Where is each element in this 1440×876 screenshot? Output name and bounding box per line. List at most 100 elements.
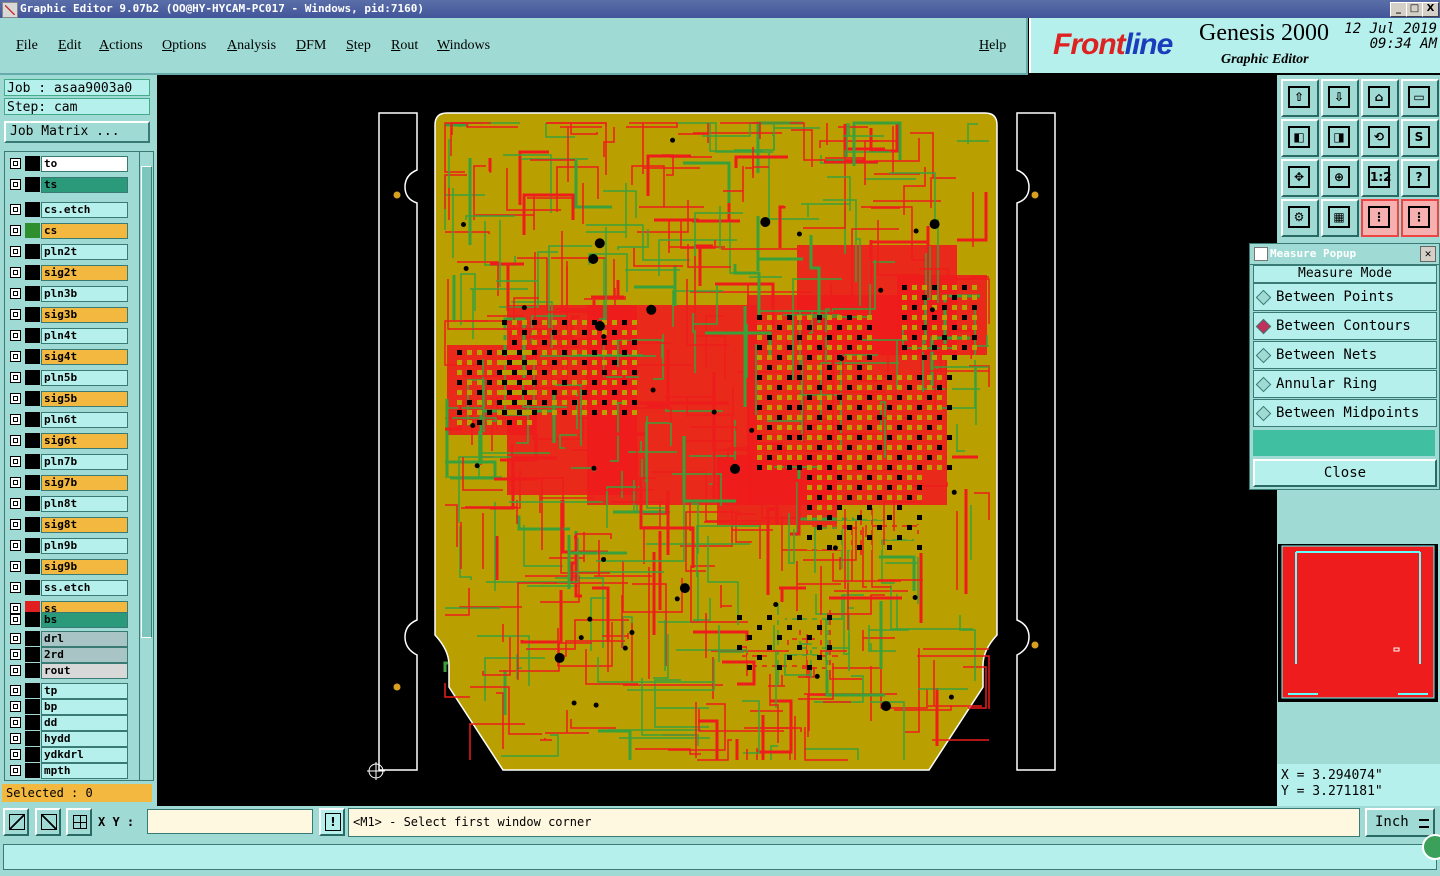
layer-row-pln3b[interactable]: pln3b	[5, 286, 139, 302]
layer-color-swatch[interactable]	[25, 496, 40, 511]
layer-name[interactable]: rout	[41, 663, 128, 679]
layer-checkbox[interactable]	[10, 540, 21, 551]
home-button[interactable]: ⌂	[1361, 79, 1399, 117]
fit-button[interactable]: ✥	[1281, 159, 1319, 197]
radio-icon[interactable]	[1255, 405, 1272, 422]
layer-color-swatch[interactable]	[25, 747, 40, 762]
scrollbar-thumb[interactable]	[141, 166, 152, 638]
layer-name[interactable]: 2rd	[41, 647, 128, 663]
layer-row-cs.etch[interactable]: cs.etch	[5, 202, 139, 218]
layer-checkbox[interactable]	[10, 765, 21, 776]
layer-row-bs[interactable]: bs	[5, 612, 139, 628]
layer-name[interactable]: sig8t	[41, 517, 128, 533]
layer-checkbox[interactable]	[10, 288, 21, 299]
layer-scrollbar[interactable]	[139, 151, 154, 781]
layer-checkbox[interactable]	[10, 435, 21, 446]
layer-row-2rd[interactable]: 2rd	[5, 647, 139, 663]
maximize-button[interactable]: □	[1406, 2, 1423, 17]
command-line[interactable]	[0, 834, 1440, 876]
pan-left-button[interactable]: ◧	[1281, 119, 1319, 157]
menu-windows[interactable]: Windows	[437, 38, 490, 54]
layer-name[interactable]: sig3b	[41, 307, 128, 323]
layer-name[interactable]: bp	[41, 699, 128, 715]
layer-row-sig3b[interactable]: sig3b	[5, 307, 139, 323]
layer-color-swatch[interactable]	[25, 433, 40, 448]
layer-row-dd[interactable]: dd	[5, 715, 139, 731]
layer-color-swatch[interactable]	[25, 475, 40, 490]
measure-option-between-nets[interactable]: Between Nets	[1253, 341, 1437, 369]
layer-checkbox[interactable]	[10, 717, 21, 728]
popup-titlebar[interactable]: Measure Popup ✕	[1250, 244, 1439, 265]
layer-name[interactable]: sig6t	[41, 433, 128, 449]
layer-name[interactable]: pln8t	[41, 496, 128, 512]
xy-input[interactable]	[147, 809, 313, 834]
layer-name[interactable]: ydkdrl	[41, 747, 128, 763]
layer-checkbox[interactable]	[10, 158, 21, 169]
job-matrix-button[interactable]: Job Matrix ...	[4, 121, 150, 143]
redraw-button[interactable]: S	[1401, 119, 1439, 157]
layer-color-swatch[interactable]	[25, 177, 40, 192]
minimize-button[interactable]: _	[1390, 2, 1407, 17]
layer-name[interactable]: ss.etch	[41, 580, 128, 596]
layer-row-ss.etch[interactable]: ss.etch	[5, 580, 139, 596]
layer-color-swatch[interactable]	[25, 715, 40, 730]
snap-icon[interactable]	[3, 808, 29, 836]
layer-color-swatch[interactable]	[25, 631, 40, 646]
radio-icon[interactable]	[1255, 289, 1272, 306]
tools-button[interactable]: ⚙	[1281, 199, 1319, 237]
layer-color-swatch[interactable]	[25, 538, 40, 553]
menu-file[interactable]: File	[16, 38, 38, 54]
layer-name[interactable]: to	[41, 156, 128, 172]
layer-checkbox[interactable]	[10, 246, 21, 257]
layer-checkbox[interactable]	[10, 204, 21, 215]
layer-checkbox[interactable]	[10, 561, 21, 572]
radio-icon[interactable]	[1255, 347, 1272, 364]
layer-checkbox[interactable]	[10, 179, 21, 190]
measure-close-button[interactable]: Close	[1253, 459, 1437, 487]
layer-checkbox[interactable]	[10, 749, 21, 760]
layer-color-swatch[interactable]	[25, 156, 40, 171]
layer-row-bp[interactable]: bp	[5, 699, 139, 715]
layer-row-mpth[interactable]: mpth	[5, 763, 139, 779]
window-button[interactable]: ▭	[1401, 79, 1439, 117]
layer-color-swatch[interactable]	[25, 202, 40, 217]
layer-name[interactable]: hydd	[41, 731, 128, 747]
pan-right-button[interactable]: ◨	[1321, 119, 1359, 157]
measure-option-between-contours[interactable]: Between Contours	[1253, 312, 1437, 340]
command-input[interactable]	[3, 844, 1437, 870]
layer-row-rout[interactable]: rout	[5, 663, 139, 679]
layer-name[interactable]: sig4t	[41, 349, 128, 365]
graphic-canvas[interactable]	[157, 75, 1277, 806]
layer-row-pln4t[interactable]: pln4t	[5, 328, 139, 344]
menu-actions[interactable]: Actions	[99, 38, 143, 54]
measure-right-button[interactable]: ⋮	[1401, 199, 1439, 237]
layer-name[interactable]: pln4t	[41, 328, 128, 344]
measure-option-between-points[interactable]: Between Points	[1253, 283, 1437, 311]
layer-row-sig8t[interactable]: sig8t	[5, 517, 139, 533]
zoom-back-button[interactable]: ⟲	[1361, 119, 1399, 157]
layer-checkbox[interactable]	[10, 498, 21, 509]
layer-name[interactable]: mpth	[41, 763, 128, 779]
layer-name[interactable]: dd	[41, 715, 128, 731]
menu-help[interactable]: Help	[979, 38, 1006, 54]
layer-up-button[interactable]: ⇧	[1281, 79, 1319, 117]
layer-row-hydd[interactable]: hydd	[5, 731, 139, 747]
layer-color-swatch[interactable]	[25, 391, 40, 406]
layer-checkbox[interactable]	[10, 519, 21, 530]
layer-name[interactable]: pln3b	[41, 286, 128, 302]
layer-row-sig7b[interactable]: sig7b	[5, 475, 139, 491]
info-button[interactable]: !	[319, 808, 345, 836]
layer-row-sig9b[interactable]: sig9b	[5, 559, 139, 575]
measure-option-between-midpoints[interactable]: Between Midpoints	[1253, 399, 1437, 427]
layer-row-pln9b[interactable]: pln9b	[5, 538, 139, 554]
menu-edit[interactable]: Edit	[58, 38, 81, 54]
layer-name[interactable]: pln6t	[41, 412, 128, 428]
layer-row-sig4t[interactable]: sig4t	[5, 349, 139, 365]
layer-row-cs[interactable]: cs	[5, 223, 139, 239]
overview-map[interactable]	[1278, 544, 1438, 702]
layer-row-pln6t[interactable]: pln6t	[5, 412, 139, 428]
layer-name[interactable]: sig5b	[41, 391, 128, 407]
measure-tool-icon[interactable]	[35, 808, 61, 836]
layer-color-swatch[interactable]	[25, 244, 40, 259]
layer-name[interactable]: bs	[41, 612, 128, 628]
